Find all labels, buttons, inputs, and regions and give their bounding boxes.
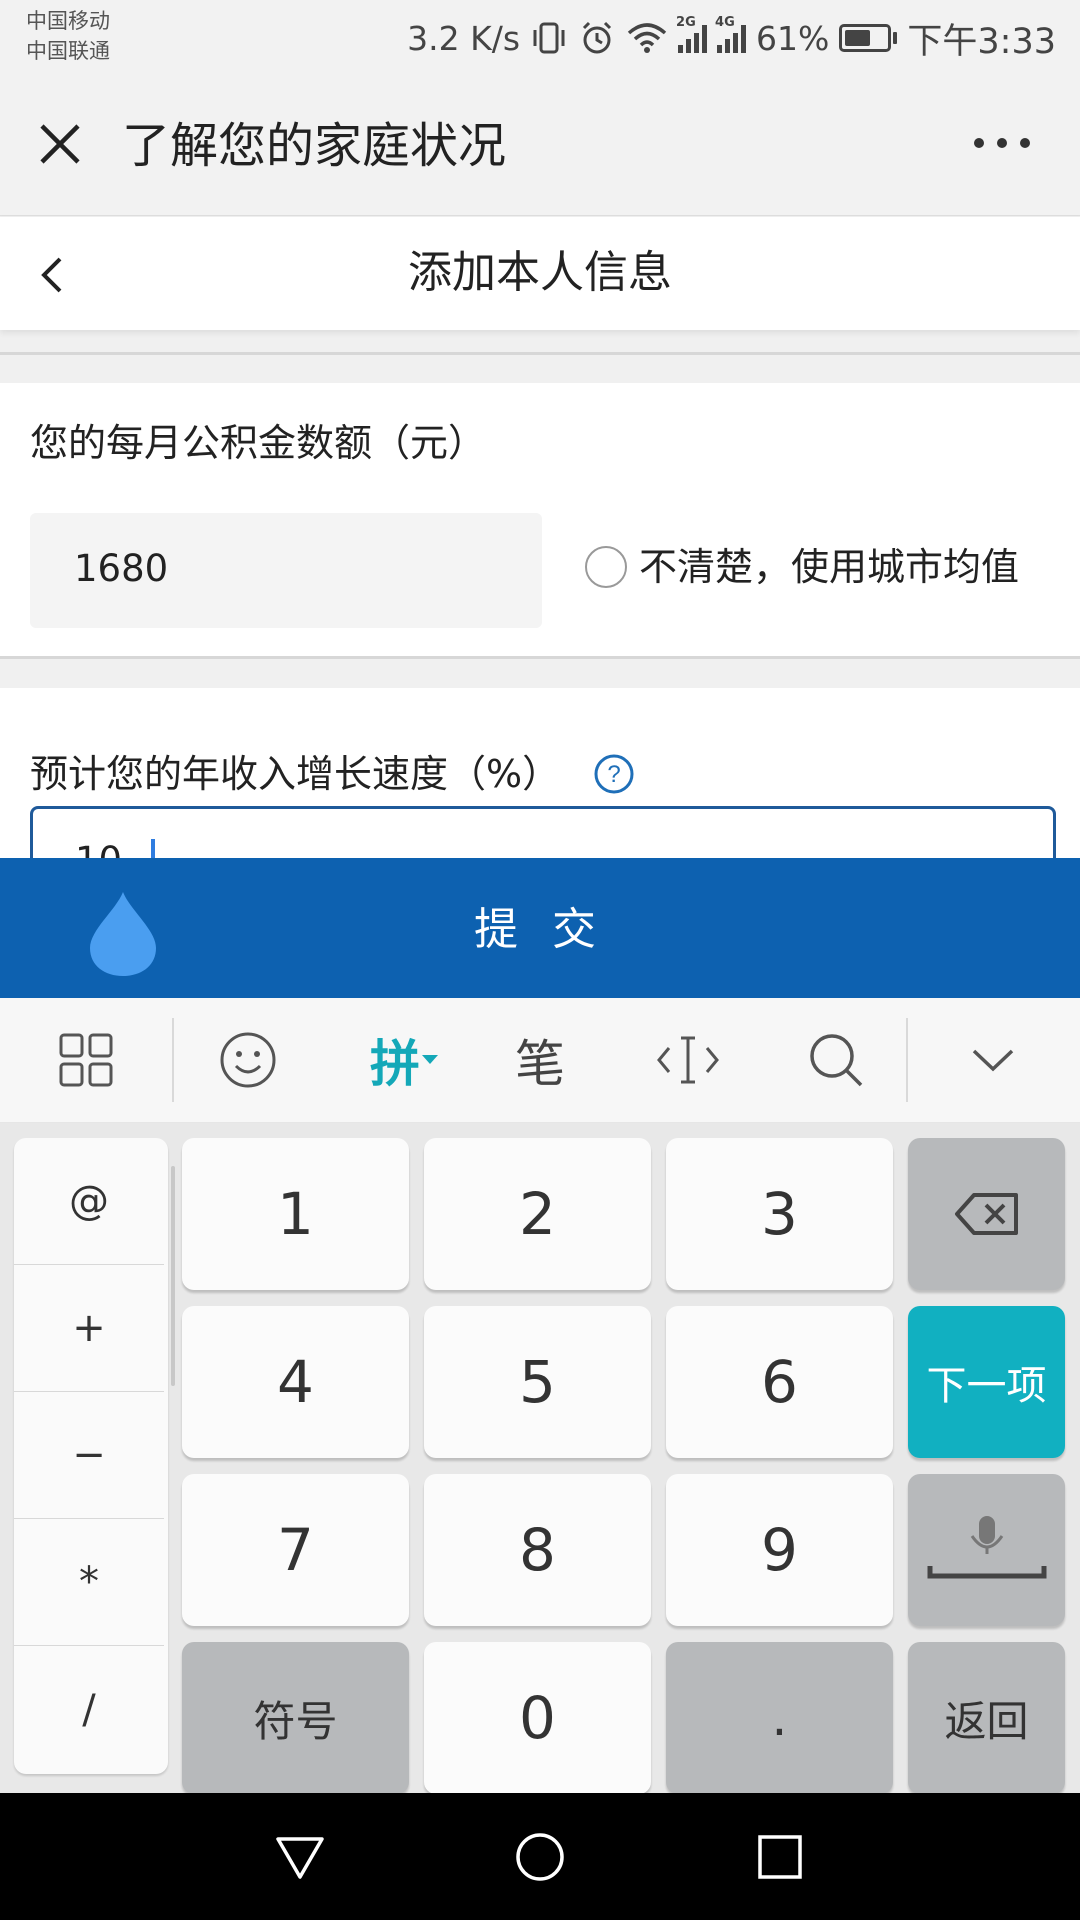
cursor-move-icon[interactable] xyxy=(656,1028,720,1092)
stroke-mode-button[interactable]: 笔 xyxy=(508,1028,572,1093)
carrier-2: 中国联通 xyxy=(26,39,110,63)
nav-back-icon[interactable] xyxy=(274,1831,326,1883)
wifi-icon xyxy=(626,21,668,55)
key-4[interactable]: 4 xyxy=(182,1306,409,1458)
submit-label: 提 交 xyxy=(474,904,606,955)
submit-button[interactable]: 提 交 xyxy=(0,858,1080,998)
toolbar-divider xyxy=(172,1018,174,1102)
fund-value: 1680 xyxy=(74,547,169,590)
emoji-icon[interactable] xyxy=(216,1028,280,1092)
signal-4g-icon: 4G xyxy=(715,15,747,53)
fund-input[interactable]: 1680 xyxy=(30,513,542,628)
growth-section: 预计您的年收入增长速度（%） ? 10 xyxy=(0,688,1080,886)
search-icon[interactable] xyxy=(806,1028,866,1092)
key-9[interactable]: 9 xyxy=(666,1474,893,1626)
fund-label: 您的每月公积金数额（元） xyxy=(30,421,487,465)
pinyin-label: 拼 xyxy=(370,1035,420,1093)
carrier-info: 中国移动 中国联通 xyxy=(26,6,110,66)
symbol-switch-key[interactable]: 符号 xyxy=(182,1642,409,1794)
hide-keyboard-icon[interactable] xyxy=(968,1028,1018,1092)
stroke-label: 笔 xyxy=(515,1035,565,1093)
key-1[interactable]: 1 xyxy=(182,1138,409,1290)
next-key[interactable]: 下一项 xyxy=(908,1306,1065,1458)
alarm-icon xyxy=(578,19,616,57)
close-icon[interactable] xyxy=(36,120,84,168)
fund-unsure-label: 不清楚，使用城市均值 xyxy=(639,545,1020,589)
delete-key[interactable] xyxy=(908,1138,1065,1290)
toolbar-divider xyxy=(906,1018,908,1102)
sub-header-title: 添加本人信息 xyxy=(408,247,672,298)
keyboard-toolbar: 拼 笔 xyxy=(0,998,1080,1123)
more-icon[interactable] xyxy=(974,128,1030,158)
key-8[interactable]: 8 xyxy=(424,1474,651,1626)
svg-text:?: ? xyxy=(607,761,620,788)
pinyin-mode-button[interactable]: 拼 xyxy=(364,1028,444,1093)
vibrate-icon xyxy=(530,19,568,57)
mic-space-icon xyxy=(927,1516,1046,1579)
net-type-2g: 2G xyxy=(676,15,696,30)
return-key[interactable]: 返回 xyxy=(908,1642,1065,1794)
battery-percent: 61% xyxy=(756,18,830,58)
divider xyxy=(0,352,1080,355)
nav-home-icon[interactable] xyxy=(514,1831,566,1883)
signal-2g-icon: 2G xyxy=(676,15,708,53)
symbol-column: @ + − * / xyxy=(14,1138,175,1774)
grid-menu-icon[interactable] xyxy=(56,1028,116,1092)
space-key[interactable] xyxy=(908,1474,1065,1626)
clock: 下午3:33 xyxy=(907,21,1056,62)
page-title: 了解您的家庭状况 xyxy=(122,118,507,174)
backspace-icon xyxy=(954,1193,1018,1235)
key-3[interactable]: 3 xyxy=(666,1138,893,1290)
help-icon[interactable]: ? xyxy=(593,753,635,795)
divider xyxy=(0,656,1080,659)
network-speed: 3.2 K/s xyxy=(407,18,521,58)
battery-level xyxy=(845,30,870,46)
radio-circle-icon[interactable] xyxy=(585,546,627,588)
net-type-4g: 4G xyxy=(715,15,735,30)
sub-header: 添加本人信息 xyxy=(0,217,1080,330)
symbol-key[interactable]: * xyxy=(14,1519,164,1646)
nav-recents-icon[interactable] xyxy=(754,1831,806,1883)
screen: 中国移动 中国联通 3.2 K/s 2G 4G 61% 下午3:33 了解您的家… xyxy=(0,0,1080,1920)
symbol-scrollbar[interactable] xyxy=(171,1166,175,1386)
carrier-1: 中国移动 xyxy=(26,9,110,33)
status-bar: 中国移动 中国联通 3.2 K/s 2G 4G 61% 下午3:33 xyxy=(0,0,1080,78)
title-bar: 了解您的家庭状况 xyxy=(0,78,1080,216)
battery-icon xyxy=(839,24,898,52)
symbol-key[interactable]: / xyxy=(14,1646,164,1773)
symbol-key[interactable]: − xyxy=(14,1392,164,1519)
navigation-bar xyxy=(0,1793,1080,1920)
dot-key[interactable]: . xyxy=(666,1642,893,1794)
symbol-key[interactable]: + xyxy=(14,1265,164,1392)
key-0[interactable]: 0 xyxy=(424,1642,651,1794)
key-7[interactable]: 7 xyxy=(182,1474,409,1626)
status-icons: 3.2 K/s 2G 4G 61% 下午3:33 xyxy=(407,14,1056,62)
numeric-keyboard: @ + − * / 1 2 3 4 5 6 下一项 7 8 9 符号 0 . 返… xyxy=(0,1123,1080,1794)
key-2[interactable]: 2 xyxy=(424,1138,651,1290)
fund-unsure-radio[interactable]: 不清楚，使用城市均值 xyxy=(585,543,1019,591)
symbol-key[interactable]: @ xyxy=(14,1138,164,1265)
key-5[interactable]: 5 xyxy=(424,1306,651,1458)
growth-label: 预计您的年收入增长速度（%） xyxy=(30,752,561,796)
key-6[interactable]: 6 xyxy=(666,1306,893,1458)
fund-section: 您的每月公积金数额（元） 1680 不清楚，使用城市均值 xyxy=(0,383,1080,657)
